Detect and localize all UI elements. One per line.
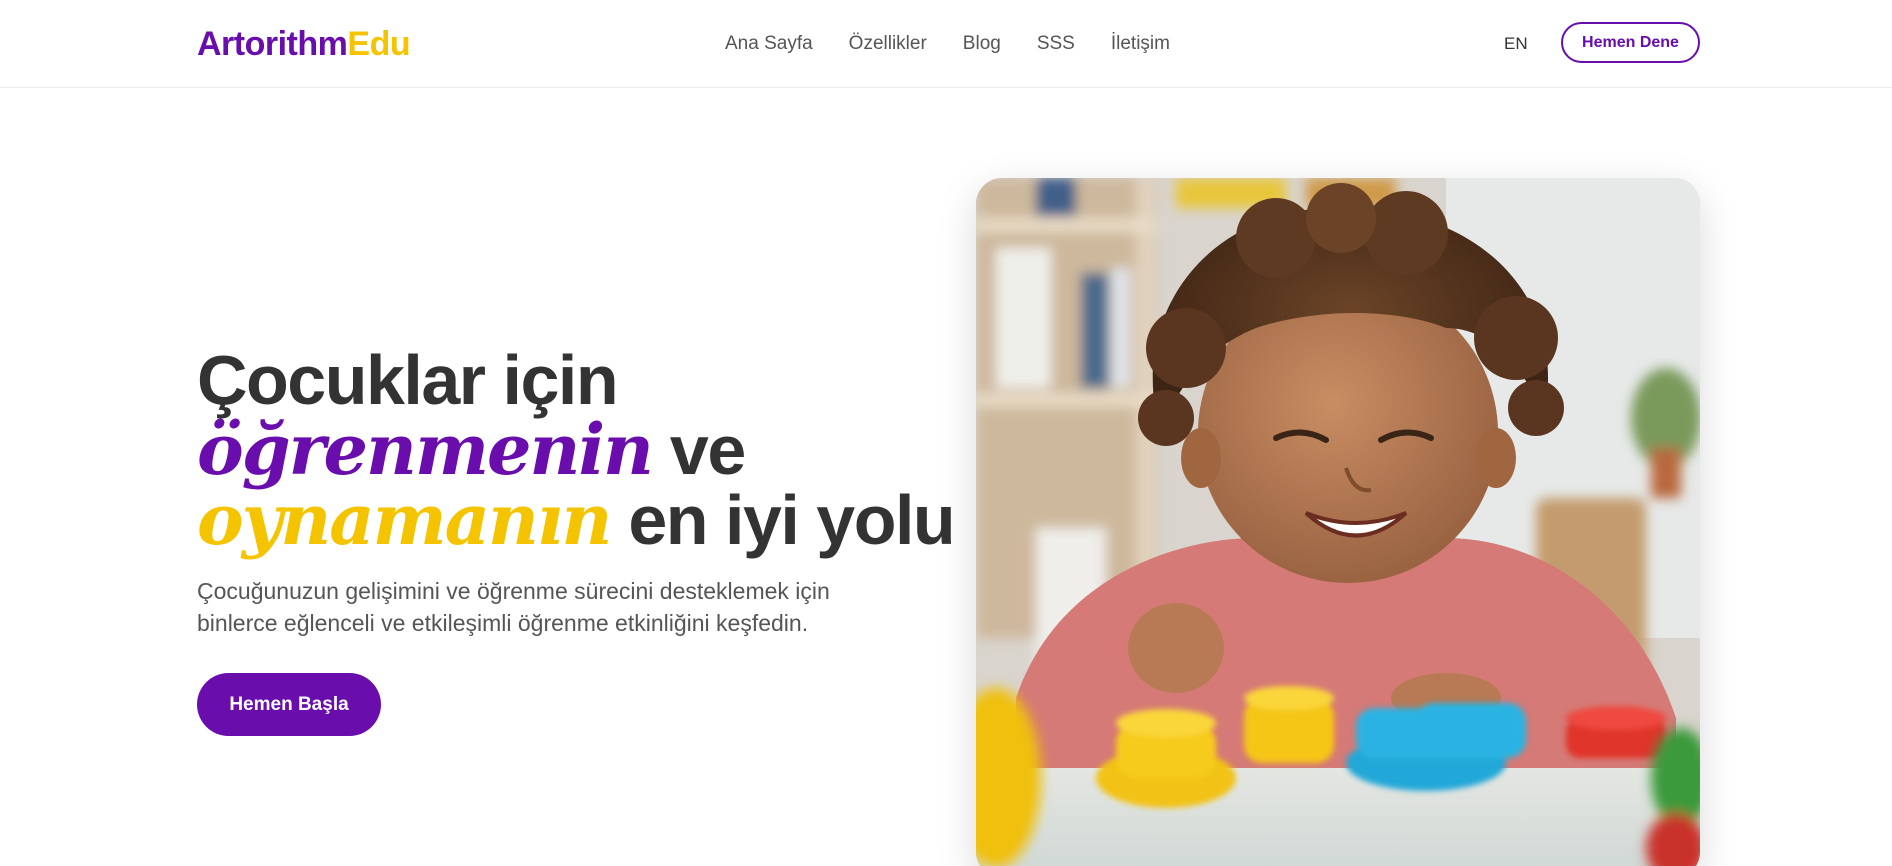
hero-title-line3-rest: en iyi yolu: [610, 481, 955, 559]
hero-subtitle-line1: Çocuğunuzun gelişimini ve öğrenme süreci…: [197, 578, 830, 604]
logo[interactable]: ArtorithmEdu: [197, 22, 411, 66]
hero-title-line2-rest: ve: [651, 411, 746, 489]
try-now-button[interactable]: Hemen Dene: [1561, 22, 1700, 63]
nav-link-contact[interactable]: İletişim: [1111, 30, 1170, 60]
hero-subtitle-line2: binlerce eğlenceli ve etkileşimli öğrenm…: [197, 610, 809, 636]
hero-title-line1: Çocuklar için: [197, 341, 619, 419]
language-switch[interactable]: EN: [1504, 32, 1528, 56]
hero-highlight-playing: oynamanın: [197, 478, 612, 561]
nav-link-features[interactable]: Özellikler: [849, 30, 927, 60]
start-now-button[interactable]: Hemen Başla: [197, 673, 381, 736]
main-nav: Ana Sayfa Özellikler Blog SSS İletişim: [725, 30, 1170, 60]
hero-child-playing-image: [976, 178, 1700, 866]
logo-text-part1: Artorithm: [197, 25, 348, 63]
hero-title-line2: öğrenmenin ve: [197, 415, 917, 486]
hero-subtitle: Çocuğunuzun gelişimini ve öğrenme süreci…: [197, 575, 917, 639]
nav-link-blog[interactable]: Blog: [963, 30, 1001, 60]
hero-title: Çocuklar için öğrenmenin ve oynamanın en…: [197, 341, 956, 556]
site-header: ArtorithmEdu Ana Sayfa Özellikler Blog S…: [0, 0, 1892, 88]
hero-image-illustration: [976, 178, 1700, 866]
hero-title-line3: oynamanın en iyi yolu: [197, 485, 956, 556]
logo-text-part2: Edu: [347, 25, 411, 63]
nav-link-faq[interactable]: SSS: [1037, 30, 1075, 60]
nav-link-home[interactable]: Ana Sayfa: [725, 30, 813, 60]
